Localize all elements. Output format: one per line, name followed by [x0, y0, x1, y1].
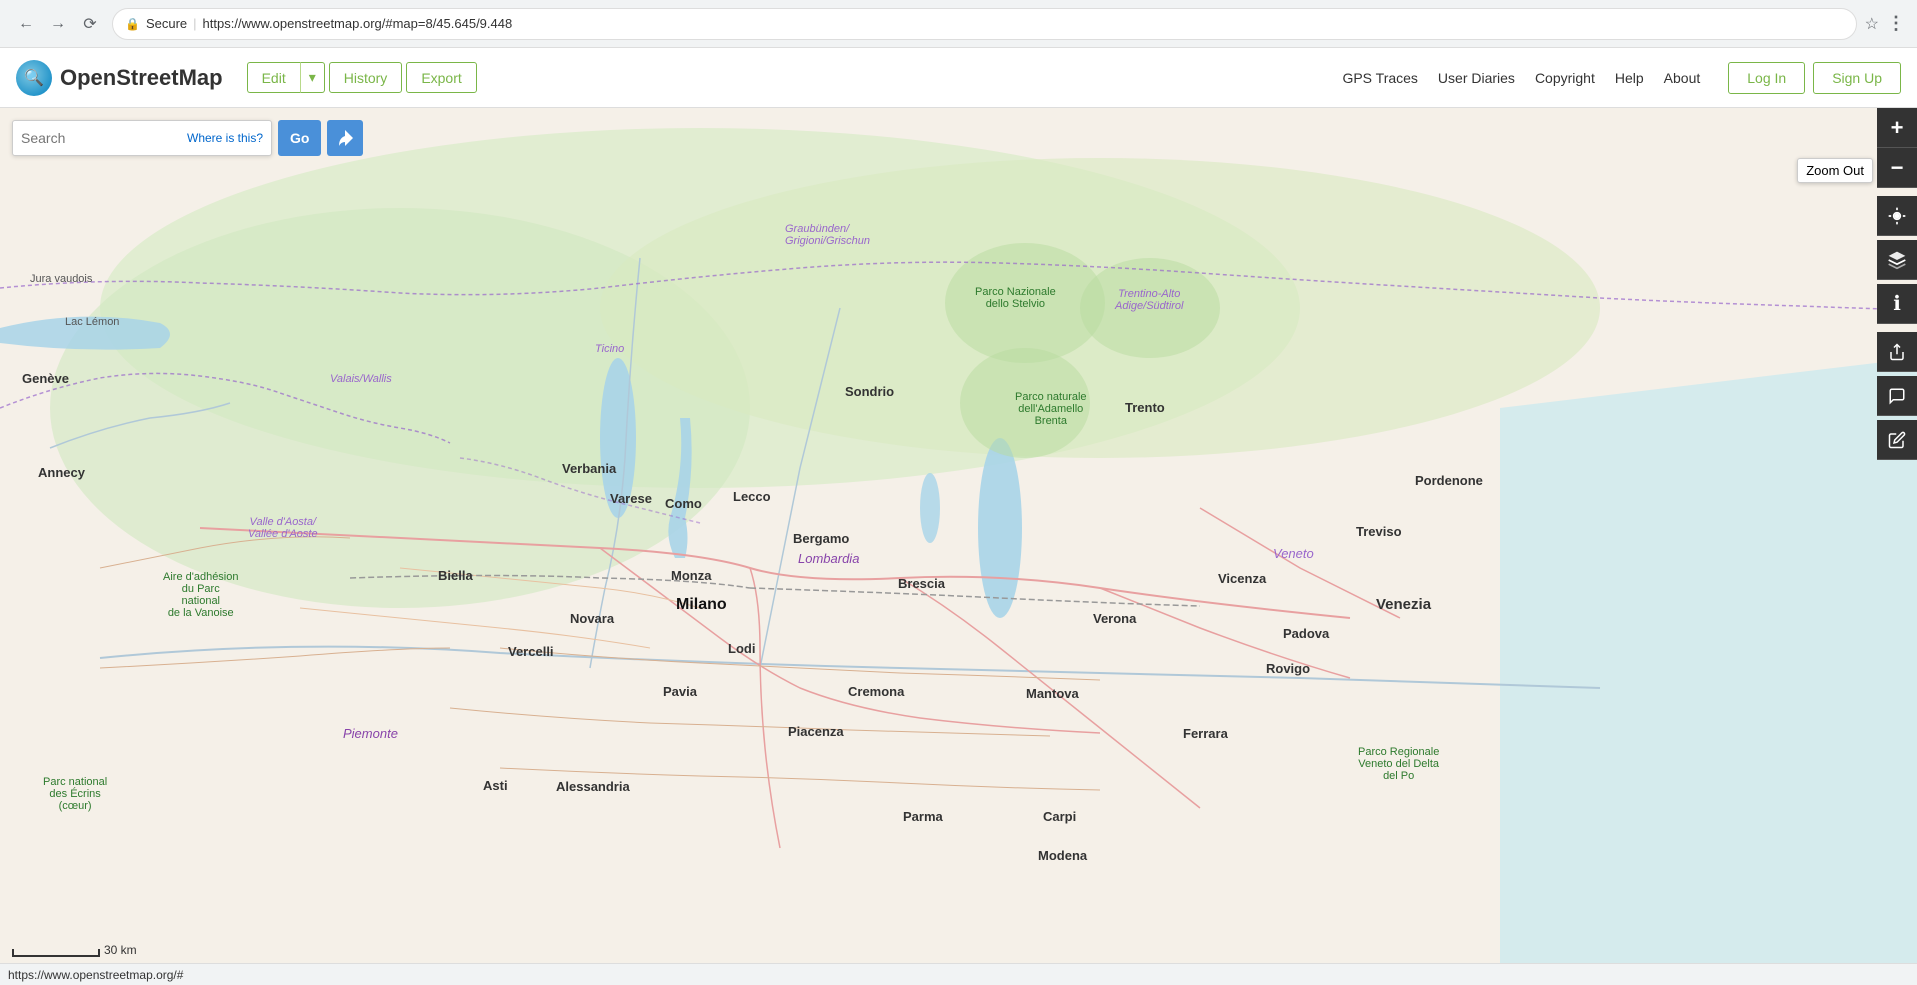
- search-input-wrap: Where is this?: [12, 120, 272, 156]
- note-button[interactable]: [1877, 376, 1917, 416]
- edit-dropdown-button[interactable]: ▾: [300, 62, 325, 93]
- export-button[interactable]: Export: [406, 62, 476, 93]
- about-link[interactable]: About: [1664, 70, 1701, 86]
- copyright-link[interactable]: Copyright: [1535, 70, 1595, 86]
- directions-button[interactable]: [327, 120, 363, 156]
- signup-button[interactable]: Sign Up: [1813, 62, 1901, 94]
- info-button[interactable]: ℹ: [1877, 284, 1917, 324]
- note-icon: [1888, 387, 1906, 405]
- go-button[interactable]: Go: [278, 120, 321, 156]
- forward-button[interactable]: →: [44, 10, 72, 38]
- back-button[interactable]: ←: [12, 10, 40, 38]
- header-nav: GPS Traces User Diaries Copyright Help A…: [1342, 70, 1700, 86]
- browser-chrome: ← → ⟳ 🔒 Secure | https://www.openstreetm…: [0, 0, 1917, 48]
- logo-area: OpenStreetMap: [16, 60, 223, 96]
- logo-text: OpenStreetMap: [60, 65, 223, 91]
- share-icon: [1888, 343, 1906, 361]
- search-bar: Where is this? Go: [12, 120, 363, 156]
- geolocate-button[interactable]: [1877, 196, 1917, 236]
- address-bar[interactable]: 🔒 Secure | https://www.openstreetmap.org…: [112, 8, 1857, 40]
- header-buttons: Edit ▾ History Export: [247, 62, 477, 93]
- zoom-out-button[interactable]: −: [1877, 148, 1917, 188]
- help-link[interactable]: Help: [1615, 70, 1644, 86]
- search-input[interactable]: [21, 130, 181, 146]
- geolocate-icon: [1887, 206, 1907, 226]
- layers-button[interactable]: [1877, 240, 1917, 280]
- nav-buttons: ← → ⟳: [12, 10, 104, 38]
- gps-traces-link[interactable]: GPS Traces: [1342, 70, 1417, 86]
- reload-button[interactable]: ⟳: [76, 10, 104, 38]
- map-svg: [0, 108, 1917, 985]
- login-button[interactable]: Log In: [1728, 62, 1805, 94]
- scale-line-wrap: [12, 949, 100, 957]
- osm-logo-icon: [16, 60, 52, 96]
- secure-icon: 🔒: [125, 17, 140, 31]
- scale-line: [16, 955, 96, 957]
- url-text: https://www.openstreetmap.org/#map=8/45.…: [203, 16, 1844, 31]
- status-url: https://www.openstreetmap.org/#: [8, 968, 183, 982]
- directions-icon: [335, 128, 355, 148]
- scale-tick-right: [96, 949, 100, 957]
- map-controls: + − ℹ: [1877, 108, 1917, 460]
- edit-button[interactable]: Edit: [247, 62, 300, 93]
- scale-bar: 30 km: [12, 943, 137, 957]
- edit-button-group: Edit ▾: [247, 62, 325, 93]
- where-is-this-link[interactable]: Where is this?: [187, 131, 263, 145]
- history-button[interactable]: History: [329, 62, 403, 93]
- user-diaries-link[interactable]: User Diaries: [1438, 70, 1515, 86]
- edit-map-icon: [1888, 431, 1906, 449]
- header-auth: Log In Sign Up: [1728, 62, 1901, 94]
- bookmark-button[interactable]: ☆: [1865, 14, 1879, 34]
- layers-icon: [1887, 250, 1907, 270]
- edit-map-button[interactable]: [1877, 420, 1917, 460]
- secure-label: Secure: [146, 16, 187, 31]
- zoom-in-button[interactable]: +: [1877, 108, 1917, 148]
- status-bar: https://www.openstreetmap.org/#: [0, 963, 1917, 985]
- map-container[interactable]: Where is this? Go Graubünden/Grigioni/Gr…: [0, 108, 1917, 985]
- share-button[interactable]: [1877, 332, 1917, 372]
- app-header: OpenStreetMap Edit ▾ History Export GPS …: [0, 48, 1917, 108]
- scale-label: 30 km: [104, 943, 137, 957]
- browser-menu-button[interactable]: ⋮: [1887, 13, 1905, 34]
